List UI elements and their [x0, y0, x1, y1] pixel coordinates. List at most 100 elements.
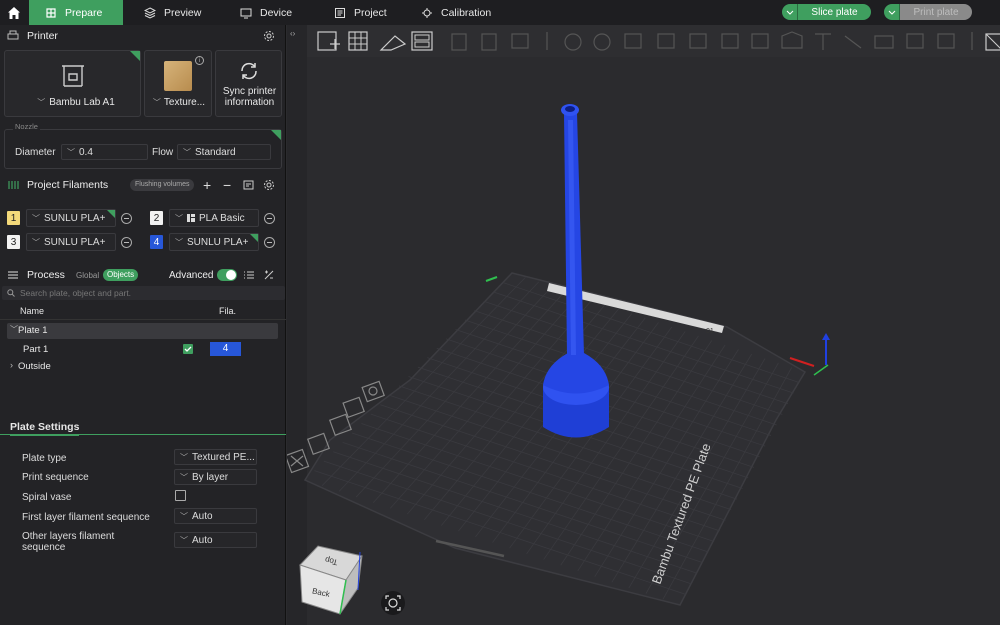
plate-type-select[interactable]: ﹀ Textured PE...: [174, 449, 257, 465]
printer-section-title: Printer: [27, 30, 58, 42]
printer-synced-badge: [130, 51, 140, 61]
filament-select-2[interactable]: ﹀ PLA Basic: [169, 209, 259, 227]
process-icon: [8, 271, 18, 279]
first-layer-sequence-value: Auto: [192, 510, 213, 522]
zoom-fit-button[interactable]: [381, 591, 405, 615]
diameter-value: 0.4: [79, 146, 93, 158]
part-row-label: Part 1: [23, 344, 49, 355]
sync-printer-button[interactable]: Sync printer information: [215, 50, 282, 117]
filament-number-3: 3: [7, 235, 20, 249]
part-filament-badge[interactable]: 4: [210, 342, 241, 356]
flushing-volumes-button[interactable]: Flushing volumes: [130, 179, 195, 191]
flow-select[interactable]: ﹀ Standard: [177, 144, 271, 160]
print-dropdown-icon[interactable]: [884, 4, 900, 20]
printer-model-icon: [62, 65, 84, 87]
viewport-scene: ‹› 01 Bambu Textured PE Plate Top Back: [287, 25, 1000, 625]
filament-remove-4-icon[interactable]: [264, 237, 275, 248]
slice-plate-label: Slice plate: [798, 4, 871, 20]
tab-preview[interactable]: Preview: [144, 0, 201, 25]
print-sequence-value: By layer: [192, 471, 229, 483]
tab-project[interactable]: Project: [334, 0, 387, 25]
collapse-strip: [287, 25, 307, 625]
flow-label: Flow: [152, 147, 174, 158]
filament-settings-gear-icon[interactable]: [263, 179, 275, 191]
sync-label: Sync printer information: [216, 86, 283, 108]
printer-model-card[interactable]: ﹀ Bambu Lab A1: [4, 50, 141, 117]
calibration-icon: [422, 7, 432, 18]
first-layer-sequence-label: First layer filament sequence: [22, 512, 150, 523]
left-sidebar: Printer ﹀ Bambu Lab A1 i ﹀ Texture... Sync…: [0, 25, 286, 625]
sync-label-line2: information: [224, 97, 275, 108]
sync-label-line1: Sync printer: [222, 86, 277, 97]
filament-select-4[interactable]: ﹀ SUNLU PLA+: [169, 233, 259, 251]
other-layers-line2: sequence: [22, 542, 66, 553]
compare-icon[interactable]: [263, 269, 275, 281]
process-section-title: Process: [27, 269, 65, 281]
plate-row[interactable]: ﹀ Plate 1: [7, 323, 278, 339]
other-layers-sequence-value: Auto: [192, 534, 213, 546]
spiral-vase-label: Spiral vase: [22, 492, 72, 503]
bambu-logo-icon: [187, 214, 195, 222]
remove-filament-icon[interactable]: −: [223, 177, 231, 193]
global-toggle[interactable]: Global: [76, 271, 99, 280]
3d-viewport[interactable]: ‹› 01 Bambu Textured PE Plate Top Back: [287, 25, 1000, 625]
process-section-header: Process Global Objects Advanced: [0, 265, 286, 285]
list-view-icon[interactable]: [243, 269, 255, 281]
plate-settings-header: Plate Settings: [0, 418, 286, 436]
prepare-icon: [46, 7, 56, 18]
nozzle-label: Nozzle: [13, 122, 40, 131]
advanced-switch[interactable]: [217, 269, 237, 281]
outside-row[interactable]: › Outside: [0, 358, 286, 374]
print-sequence-select[interactable]: ﹀ By layer: [174, 469, 257, 485]
plate-number-label: 01: [706, 328, 714, 335]
objects-toggle[interactable]: Objects: [103, 269, 139, 281]
slice-plate-button[interactable]: Slice plate: [782, 4, 871, 20]
tab-device[interactable]: Device: [240, 0, 292, 25]
plate-settings-icon[interactable]: [361, 380, 385, 403]
add-filament-icon[interactable]: +: [203, 177, 211, 193]
plate-type-value: Textured PE...: [192, 451, 255, 463]
filament-remove-3-icon[interactable]: [121, 237, 132, 248]
plate-info-icon[interactable]: i: [195, 56, 204, 65]
filament-number-2: 2: [150, 211, 163, 225]
plate-expand-icon[interactable]: ﹀: [10, 324, 18, 335]
printer-section-header: Printer: [0, 26, 286, 46]
outside-expand-icon[interactable]: ›: [10, 360, 13, 370]
plate-row-label: Plate 1: [18, 325, 48, 336]
other-layers-sequence-label: Other layers filament sequence: [22, 531, 114, 553]
object-list-header: Name Fila.: [0, 304, 286, 320]
diameter-label: Diameter: [15, 147, 56, 158]
filament-number-4: 4: [150, 235, 163, 249]
other-layers-sequence-select[interactable]: ﹀ Auto: [174, 532, 257, 548]
filament-remove-1-icon[interactable]: [121, 213, 132, 224]
plate-type-card[interactable]: i ﹀ Texture...: [144, 50, 212, 117]
print-plate-label: Print plate: [900, 4, 972, 20]
tab-calibration[interactable]: Calibration: [421, 0, 491, 25]
first-layer-sequence-select[interactable]: ﹀ Auto: [174, 508, 257, 524]
filament-name-3: SUNLU PLA+: [44, 236, 106, 248]
flow-value: Standard: [195, 146, 236, 158]
tab-prepare-label: Prepare: [65, 6, 103, 19]
collapse-sidebar-icon[interactable]: ‹›: [290, 29, 296, 38]
spiral-vase-checkbox[interactable]: [175, 490, 186, 501]
part-checkbox[interactable]: [183, 344, 193, 354]
slice-dropdown-icon[interactable]: [782, 4, 798, 20]
home-button[interactable]: [0, 0, 27, 25]
filament-name-2: PLA Basic: [199, 212, 245, 224]
printer-settings-gear-icon[interactable]: [263, 30, 275, 42]
3d-model[interactable]: [543, 104, 609, 438]
filament-remove-2-icon[interactable]: [264, 213, 275, 224]
filament-select-1[interactable]: ﹀ SUNLU PLA+: [26, 209, 116, 227]
sync-icon: [241, 62, 257, 80]
filament-select-3[interactable]: ﹀ SUNLU PLA+: [26, 233, 116, 251]
part-row[interactable]: Part 1 4: [0, 341, 286, 357]
sync-filament-icon[interactable]: [243, 179, 255, 191]
search-placeholder: Search plate, object and part.: [20, 288, 132, 298]
diameter-select[interactable]: ﹀ 0.4: [61, 144, 148, 160]
outside-row-label: Outside: [18, 361, 51, 372]
print-plate-button[interactable]: Print plate: [884, 4, 972, 20]
object-search-input[interactable]: Search plate, object and part.: [2, 286, 285, 300]
view-cube[interactable]: Top Back: [299, 545, 363, 615]
tab-prepare[interactable]: Prepare: [29, 0, 123, 25]
printer-model-name: Bambu Lab A1: [49, 97, 115, 108]
